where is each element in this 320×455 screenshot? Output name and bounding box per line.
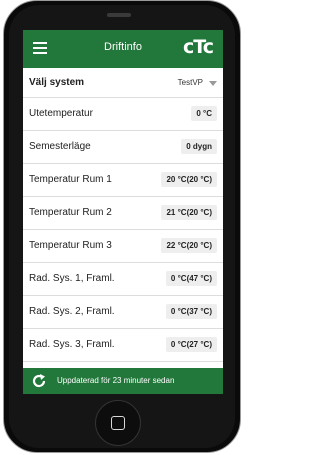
list-item: Rad. Sys. 3, Framl. 0 °C(27 °C) (23, 329, 223, 362)
item-label: Temperatur Rum 2 (29, 207, 112, 218)
ctc-logo: cTc (183, 36, 214, 58)
system-select-label: Välj system (29, 77, 85, 88)
system-select-value[interactable]: TestVP (178, 78, 203, 87)
item-label: Utetemperatur (29, 108, 93, 119)
app-header: Driftinfo cTc (23, 30, 223, 68)
update-status-text: Uppdaterad för 23 minuter sedan (57, 376, 175, 385)
list-item: Temperatur Rum 1 20 °C(20 °C) (23, 164, 223, 197)
item-label: Semesterläge (29, 141, 91, 152)
item-value: 0 °C(47 °C) (165, 271, 217, 286)
app-screen: Driftinfo cTc Välj system TestVP Utetemp… (23, 30, 223, 394)
item-value: 21 °C(20 °C) (161, 205, 217, 220)
info-list: Välj system TestVP Utetemperatur 0 °C Se… (23, 68, 223, 362)
speaker-grille (107, 13, 131, 17)
item-label: Temperatur Rum 1 (29, 174, 112, 185)
item-label: Rad. Sys. 2, Framl. (29, 306, 115, 317)
home-square-icon (111, 416, 125, 430)
item-value: 22 °C(20 °C) (161, 238, 217, 253)
item-value: 0 °C(37 °C) (165, 304, 217, 319)
item-label: Rad. Sys. 3, Framl. (29, 339, 115, 350)
list-item: Rad. Sys. 1, Framl. 0 °C(47 °C) (23, 263, 223, 296)
item-value: 0 °C (191, 106, 217, 121)
caret-down-icon[interactable] (209, 81, 217, 86)
item-label: Rad. Sys. 1, Framl. (29, 273, 115, 284)
item-value: 20 °C(20 °C) (161, 172, 217, 187)
item-label: Temperatur Rum 3 (29, 240, 112, 251)
item-value: 0 dygn (181, 139, 217, 154)
update-status-bar: Uppdaterad för 23 minuter sedan (23, 368, 223, 394)
list-item: Utetemperatur 0 °C (23, 98, 223, 131)
list-item: Semesterläge 0 dygn (23, 131, 223, 164)
system-select-row[interactable]: Välj system TestVP (23, 68, 223, 98)
list-item: Temperatur Rum 3 22 °C(20 °C) (23, 230, 223, 263)
home-button[interactable] (95, 400, 141, 446)
list-item: Rad. Sys. 2, Framl. 0 °C(37 °C) (23, 296, 223, 329)
list-item: Temperatur Rum 2 21 °C(20 °C) (23, 197, 223, 230)
refresh-icon[interactable] (31, 373, 47, 389)
item-value: 0 °C(27 °C) (165, 337, 217, 352)
